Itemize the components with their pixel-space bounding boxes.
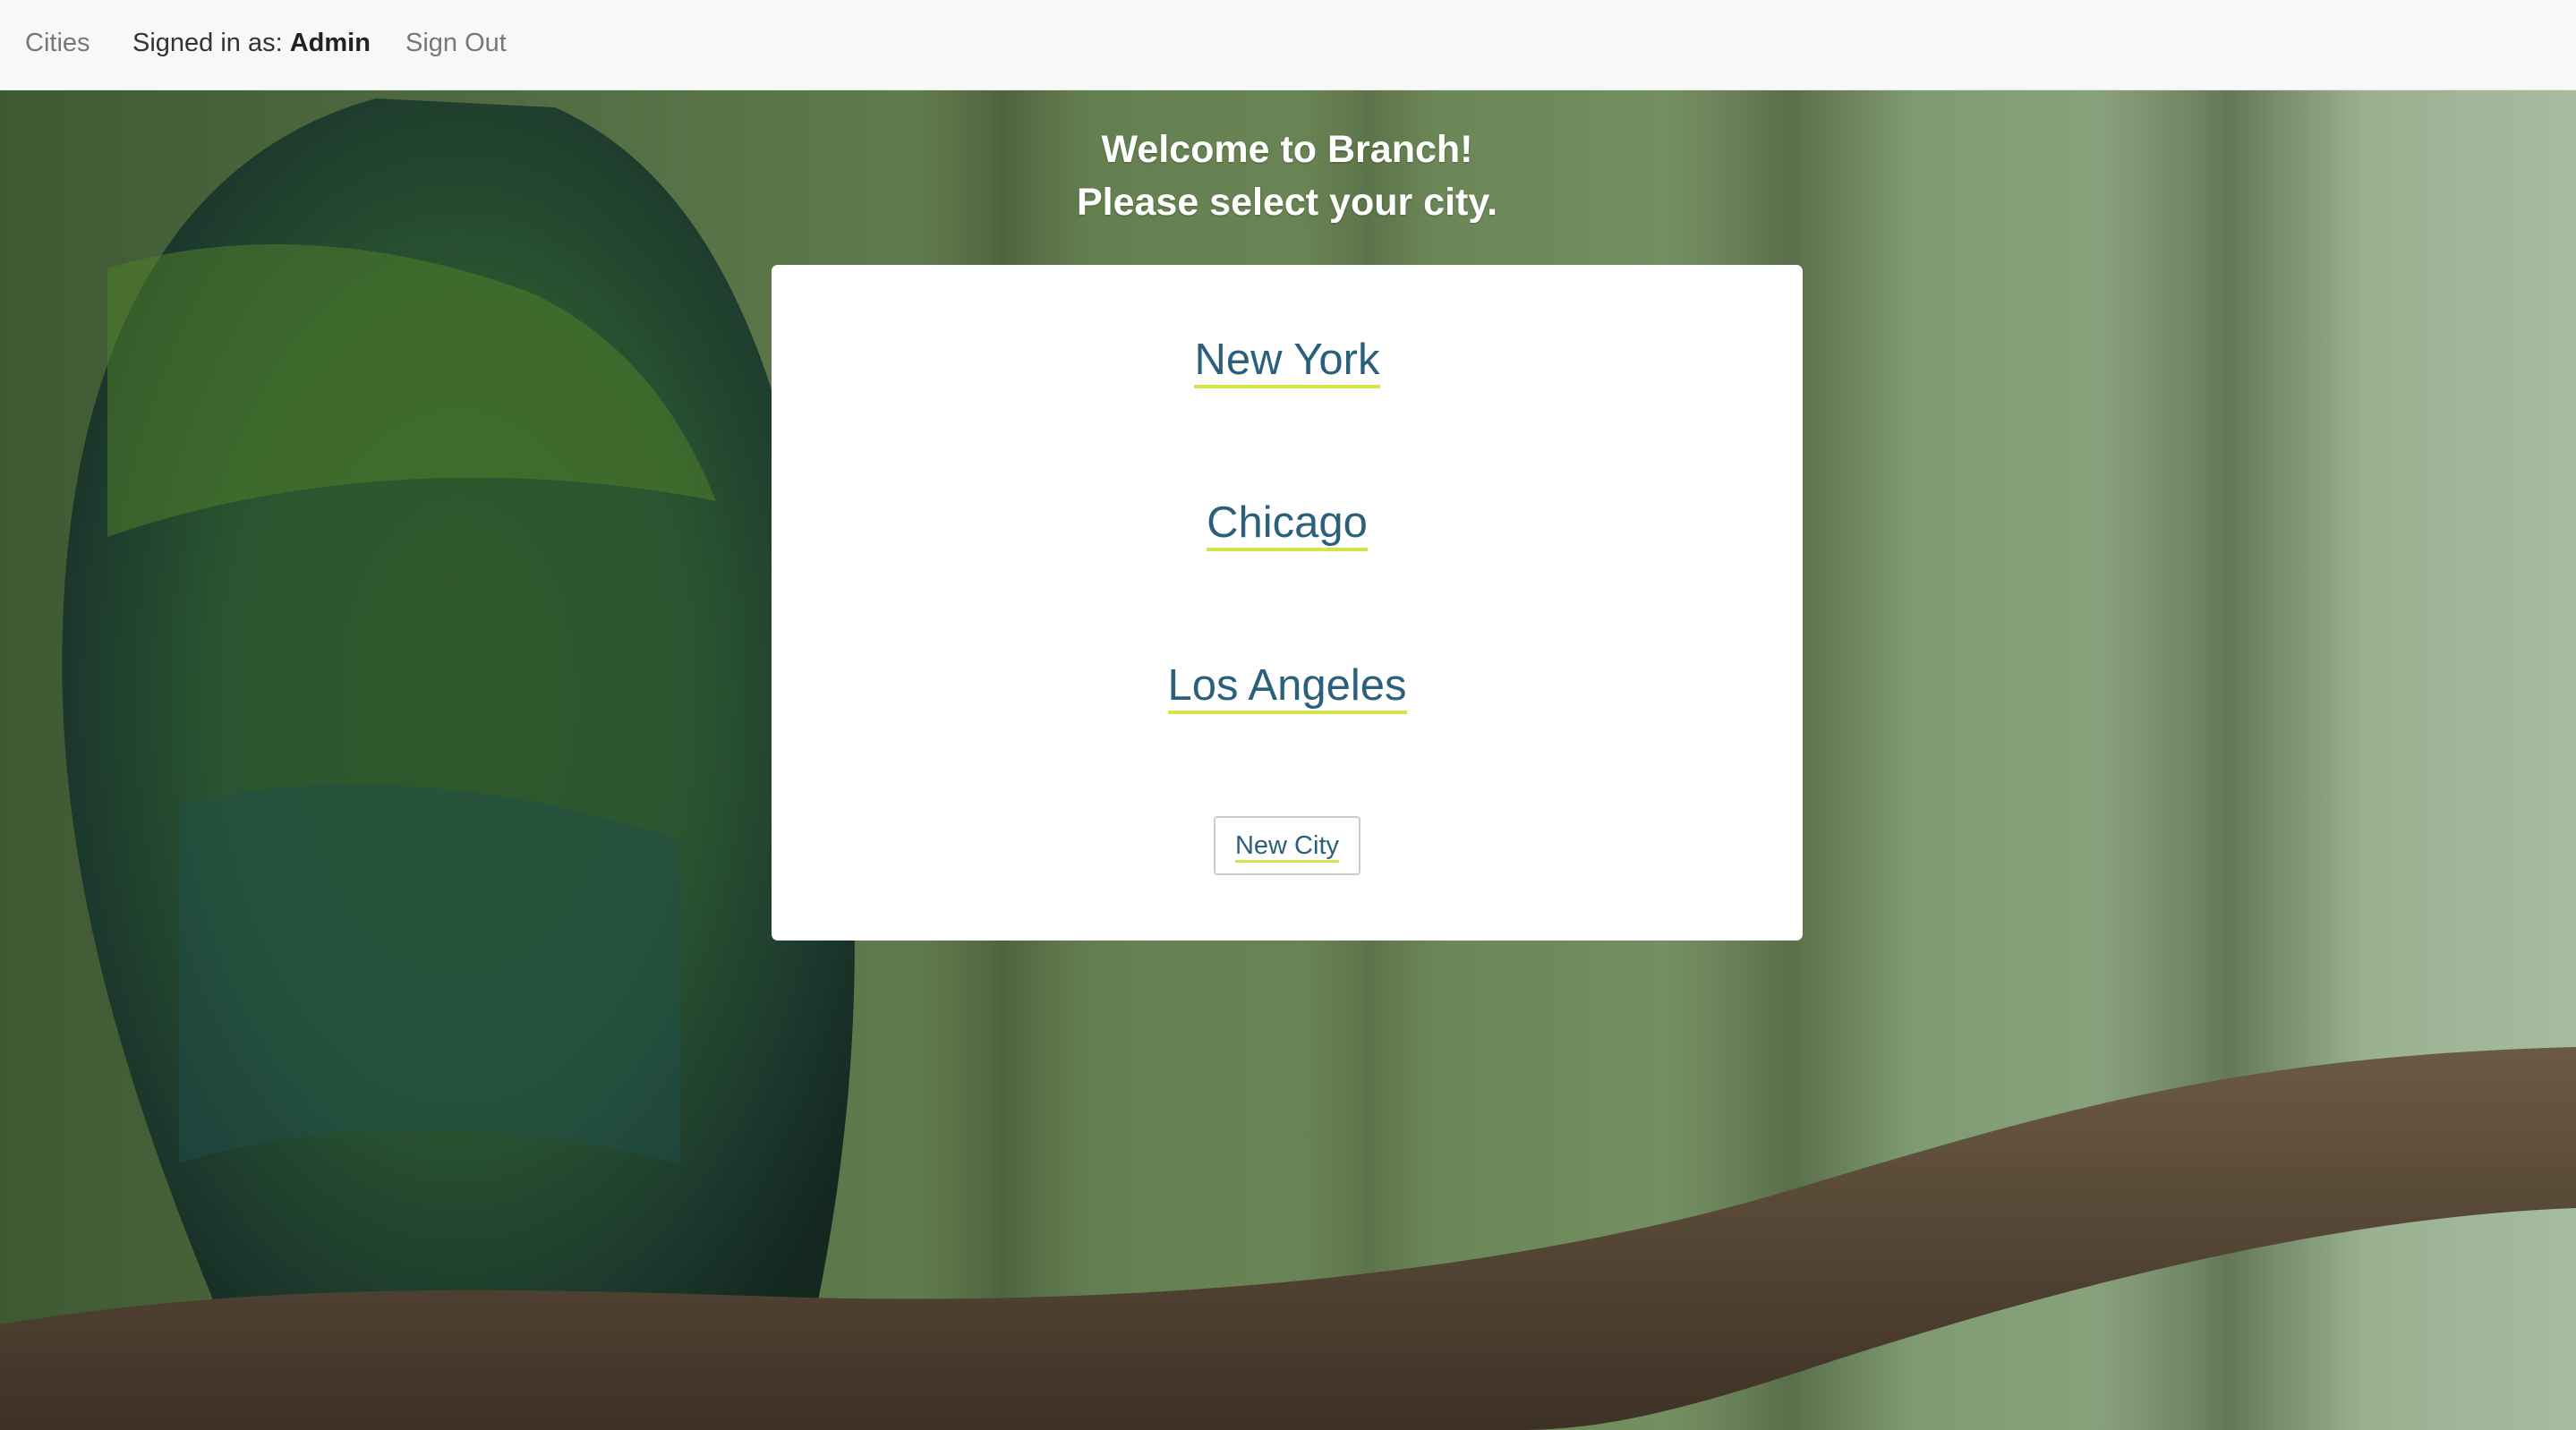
new-city-label: New City [1234, 830, 1339, 863]
sign-out-link[interactable]: Sign Out [405, 29, 507, 58]
signed-in-prefix: Signed in as: [132, 29, 283, 57]
top-navbar: Cities Signed in as: Admin Sign Out [0, 0, 2576, 90]
welcome-subtitle: Please select your city. [1076, 181, 1498, 224]
city-link-chicago[interactable]: Chicago [772, 498, 1803, 551]
city-selection-card: New York Chicago Los Angeles New City [772, 265, 1803, 941]
city-name: New York [1194, 336, 1380, 388]
city-name: Los Angeles [1167, 661, 1407, 714]
signed-in-status: Signed in as: Admin [132, 29, 371, 58]
welcome-title: Welcome to Branch! [1101, 128, 1473, 171]
city-name: Chicago [1207, 498, 1368, 551]
city-link-los-angeles[interactable]: Los Angeles [772, 660, 1803, 714]
city-link-new-york[interactable]: New York [772, 335, 1803, 388]
nav-cities-link[interactable]: Cities [25, 29, 90, 58]
welcome-heading: Welcome to Branch! Please select your ci… [772, 123, 1803, 229]
new-city-button[interactable]: New City [1214, 816, 1361, 875]
signed-in-username: Admin [289, 29, 371, 57]
